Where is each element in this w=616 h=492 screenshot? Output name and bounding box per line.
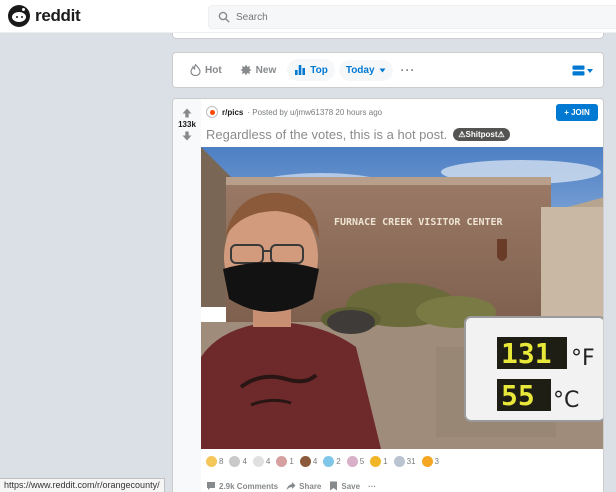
- status-bar-url: https://www.reddit.com/r/orangecounty/: [0, 478, 165, 492]
- posted-by-text: · Posted by u/jmw61378 20 hours ago: [247, 107, 383, 117]
- award-count: 2: [336, 457, 341, 466]
- reddit-logo[interactable]: reddit: [8, 5, 81, 27]
- award-silver[interactable]: 8: [206, 456, 223, 467]
- laughing-award-icon: [252, 456, 264, 467]
- bookmark-icon: [330, 481, 338, 491]
- temp-f-unit: °F: [571, 346, 595, 371]
- wow-award-icon: [393, 456, 405, 467]
- subreddit-link[interactable]: r/pics: [222, 108, 243, 117]
- subreddit-icon[interactable]: [206, 106, 218, 118]
- time-filter-label: Today: [345, 64, 375, 76]
- temp-c-value: 55: [501, 379, 535, 412]
- comments-label: 2.9k Comments: [219, 481, 279, 491]
- comment-icon: [207, 482, 215, 490]
- join-button[interactable]: + JOIN: [556, 104, 598, 121]
- helpful-award-icon: [276, 456, 288, 467]
- vote-column: 133k: [173, 99, 201, 492]
- post-more-button[interactable]: ···: [368, 482, 376, 491]
- upvote-icon[interactable]: [182, 108, 192, 118]
- new-burst-icon: [240, 64, 252, 76]
- award-gold[interactable]: 1: [370, 456, 388, 467]
- award-count: 1: [289, 457, 294, 466]
- caret-down-icon: [379, 68, 386, 72]
- award-count: 4: [265, 457, 271, 466]
- search-input[interactable]: [236, 11, 536, 23]
- top-bars-icon: [295, 65, 306, 75]
- post-title-row: Regardless of the votes, this is a hot p…: [206, 127, 510, 142]
- sort-more-button[interactable]: ···: [397, 63, 420, 77]
- wholesome-award-icon: [229, 456, 241, 467]
- post-actions: 2.9k Comments Share Save ···: [206, 481, 376, 491]
- sunglasses-award-icon: [421, 456, 433, 467]
- share-icon: [286, 482, 296, 490]
- comments-button[interactable]: 2.9k Comments: [206, 481, 278, 491]
- downvote-icon[interactable]: [182, 131, 192, 141]
- hugz-award-icon: [323, 456, 335, 467]
- post-meta: r/pics · Posted by u/jmw61378 20 hours a…: [206, 106, 382, 118]
- logo-text: reddit: [35, 6, 81, 25]
- poop-award-icon: [299, 456, 311, 467]
- view-toggle-button[interactable]: [572, 65, 593, 76]
- temp-f-value: 131: [501, 337, 552, 370]
- award-poop[interactable]: 4: [299, 456, 318, 467]
- caret-down-icon: [587, 68, 593, 73]
- post-flair[interactable]: ⚠Shitpost⚠: [453, 128, 510, 141]
- nps-badge: [497, 239, 507, 261]
- award-count: 8: [219, 457, 224, 466]
- sort-bar: Hot New Top Today ···: [172, 52, 604, 88]
- award-count: 4: [312, 457, 318, 466]
- time-filter-dropdown[interactable]: Today: [338, 59, 393, 81]
- awards-row[interactable]: 8 4 4 1 4 2 5 1 31 3: [206, 456, 439, 467]
- award-count: 4: [242, 457, 247, 466]
- reddit-snoo-icon: [8, 5, 30, 27]
- award-hugz[interactable]: 2: [323, 456, 341, 467]
- save-label: Save: [341, 481, 361, 491]
- vote-count: 133k: [178, 120, 196, 129]
- post-photo: FURNACE CREEK VISITOR CENTER 131 °F 55 °…: [201, 147, 603, 449]
- save-button[interactable]: Save: [329, 481, 360, 491]
- sort-hot-label: Hot: [205, 64, 222, 76]
- card-view-icon: [572, 65, 585, 76]
- award-face[interactable]: 5: [346, 456, 365, 467]
- previous-card-fragment: [172, 33, 604, 39]
- share-label: Share: [299, 481, 322, 491]
- post-card[interactable]: 133k r/pics · Posted by u/jmw61378 20 ho…: [172, 98, 604, 492]
- search-bar[interactable]: [208, 5, 616, 29]
- flame-icon: [190, 64, 201, 76]
- share-button[interactable]: Share: [286, 481, 321, 491]
- post-title[interactable]: Regardless of the votes, this is a hot p…: [206, 127, 447, 142]
- award-helpful[interactable]: 1: [276, 456, 294, 467]
- award-laughing[interactable]: 4: [252, 456, 271, 467]
- sort-top-label: Top: [310, 64, 328, 76]
- search-icon: [218, 11, 230, 23]
- award-count: 1: [383, 457, 388, 466]
- temp-c-unit: °C: [553, 388, 579, 413]
- sign-text: FURNACE CREEK VISITOR CENTER: [334, 217, 504, 228]
- award-count: 31: [406, 457, 416, 466]
- top-header: reddit: [0, 0, 616, 33]
- award-count: 3: [434, 457, 439, 466]
- post-image[interactable]: FURNACE CREEK VISITOR CENTER 131 °F 55 °…: [201, 147, 603, 449]
- sort-top[interactable]: Top: [287, 59, 335, 81]
- sort-new[interactable]: New: [233, 59, 284, 81]
- award-sunglasses[interactable]: 3: [421, 456, 439, 467]
- award-wow[interactable]: 31: [393, 456, 416, 467]
- award-count: 5: [359, 457, 365, 466]
- sort-new-label: New: [255, 64, 277, 76]
- sort-hot[interactable]: Hot: [183, 59, 229, 81]
- face-award-icon: [346, 456, 358, 467]
- gold-award-icon: [370, 456, 382, 467]
- silver-award-icon: [206, 456, 217, 467]
- award-wholesome[interactable]: 4: [229, 456, 247, 467]
